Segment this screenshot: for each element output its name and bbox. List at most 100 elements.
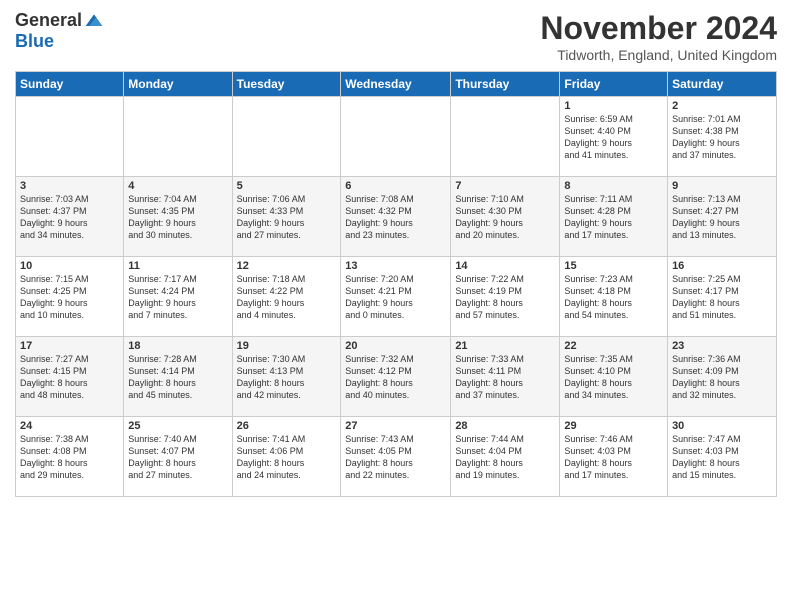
logo-general: General [15, 10, 82, 31]
logo-text: General [15, 10, 104, 31]
calendar-cell [124, 97, 232, 177]
logo: General Blue [15, 10, 104, 52]
calendar-cell: 26Sunrise: 7:41 AM Sunset: 4:06 PM Dayli… [232, 417, 341, 497]
calendar-cell: 28Sunrise: 7:44 AM Sunset: 4:04 PM Dayli… [451, 417, 560, 497]
day-info: Sunrise: 7:10 AM Sunset: 4:30 PM Dayligh… [455, 193, 555, 242]
header-monday: Monday [124, 72, 232, 97]
calendar-cell [16, 97, 124, 177]
calendar-cell: 21Sunrise: 7:33 AM Sunset: 4:11 PM Dayli… [451, 337, 560, 417]
day-number: 9 [672, 180, 772, 192]
location: Tidworth, England, United Kingdom [540, 47, 777, 63]
calendar-week-3: 10Sunrise: 7:15 AM Sunset: 4:25 PM Dayli… [16, 257, 777, 337]
calendar-cell: 30Sunrise: 7:47 AM Sunset: 4:03 PM Dayli… [668, 417, 777, 497]
day-info: Sunrise: 7:06 AM Sunset: 4:33 PM Dayligh… [237, 193, 337, 242]
logo-icon [84, 11, 104, 31]
day-info: Sunrise: 7:43 AM Sunset: 4:05 PM Dayligh… [345, 433, 446, 482]
day-info: Sunrise: 7:17 AM Sunset: 4:24 PM Dayligh… [128, 273, 227, 322]
day-number: 13 [345, 260, 446, 272]
calendar-cell: 23Sunrise: 7:36 AM Sunset: 4:09 PM Dayli… [668, 337, 777, 417]
day-number: 16 [672, 260, 772, 272]
calendar-cell: 1Sunrise: 6:59 AM Sunset: 4:40 PM Daylig… [560, 97, 668, 177]
day-number: 12 [237, 260, 337, 272]
day-number: 1 [564, 100, 663, 112]
calendar-cell: 5Sunrise: 7:06 AM Sunset: 4:33 PM Daylig… [232, 177, 341, 257]
day-info: Sunrise: 7:13 AM Sunset: 4:27 PM Dayligh… [672, 193, 772, 242]
day-info: Sunrise: 7:15 AM Sunset: 4:25 PM Dayligh… [20, 273, 119, 322]
calendar-cell: 18Sunrise: 7:28 AM Sunset: 4:14 PM Dayli… [124, 337, 232, 417]
day-number: 8 [564, 180, 663, 192]
month-title: November 2024 [540, 10, 777, 47]
calendar-cell: 13Sunrise: 7:20 AM Sunset: 4:21 PM Dayli… [341, 257, 451, 337]
day-info: Sunrise: 7:08 AM Sunset: 4:32 PM Dayligh… [345, 193, 446, 242]
day-info: Sunrise: 7:11 AM Sunset: 4:28 PM Dayligh… [564, 193, 663, 242]
day-number: 27 [345, 420, 446, 432]
day-info: Sunrise: 7:20 AM Sunset: 4:21 PM Dayligh… [345, 273, 446, 322]
calendar-cell: 25Sunrise: 7:40 AM Sunset: 4:07 PM Dayli… [124, 417, 232, 497]
calendar-cell: 9Sunrise: 7:13 AM Sunset: 4:27 PM Daylig… [668, 177, 777, 257]
day-number: 21 [455, 340, 555, 352]
calendar-week-2: 3Sunrise: 7:03 AM Sunset: 4:37 PM Daylig… [16, 177, 777, 257]
day-number: 15 [564, 260, 663, 272]
day-number: 5 [237, 180, 337, 192]
calendar-cell: 20Sunrise: 7:32 AM Sunset: 4:12 PM Dayli… [341, 337, 451, 417]
day-number: 22 [564, 340, 663, 352]
calendar-cell: 8Sunrise: 7:11 AM Sunset: 4:28 PM Daylig… [560, 177, 668, 257]
calendar-week-1: 1Sunrise: 6:59 AM Sunset: 4:40 PM Daylig… [16, 97, 777, 177]
calendar-cell: 29Sunrise: 7:46 AM Sunset: 4:03 PM Dayli… [560, 417, 668, 497]
day-info: Sunrise: 7:01 AM Sunset: 4:38 PM Dayligh… [672, 113, 772, 162]
day-info: Sunrise: 7:33 AM Sunset: 4:11 PM Dayligh… [455, 353, 555, 402]
header-wednesday: Wednesday [341, 72, 451, 97]
day-number: 17 [20, 340, 119, 352]
day-info: Sunrise: 7:23 AM Sunset: 4:18 PM Dayligh… [564, 273, 663, 322]
day-info: Sunrise: 7:44 AM Sunset: 4:04 PM Dayligh… [455, 433, 555, 482]
day-number: 10 [20, 260, 119, 272]
calendar-week-5: 24Sunrise: 7:38 AM Sunset: 4:08 PM Dayli… [16, 417, 777, 497]
day-info: Sunrise: 7:04 AM Sunset: 4:35 PM Dayligh… [128, 193, 227, 242]
day-number: 3 [20, 180, 119, 192]
calendar-cell: 6Sunrise: 7:08 AM Sunset: 4:32 PM Daylig… [341, 177, 451, 257]
day-number: 26 [237, 420, 337, 432]
logo-blue: Blue [15, 31, 54, 52]
day-info: Sunrise: 7:36 AM Sunset: 4:09 PM Dayligh… [672, 353, 772, 402]
header-thursday: Thursday [451, 72, 560, 97]
calendar: Sunday Monday Tuesday Wednesday Thursday… [15, 71, 777, 497]
calendar-cell: 12Sunrise: 7:18 AM Sunset: 4:22 PM Dayli… [232, 257, 341, 337]
day-info: Sunrise: 7:28 AM Sunset: 4:14 PM Dayligh… [128, 353, 227, 402]
calendar-cell: 22Sunrise: 7:35 AM Sunset: 4:10 PM Dayli… [560, 337, 668, 417]
day-info: Sunrise: 7:35 AM Sunset: 4:10 PM Dayligh… [564, 353, 663, 402]
calendar-cell: 14Sunrise: 7:22 AM Sunset: 4:19 PM Dayli… [451, 257, 560, 337]
calendar-cell: 4Sunrise: 7:04 AM Sunset: 4:35 PM Daylig… [124, 177, 232, 257]
header-friday: Friday [560, 72, 668, 97]
day-number: 6 [345, 180, 446, 192]
calendar-week-4: 17Sunrise: 7:27 AM Sunset: 4:15 PM Dayli… [16, 337, 777, 417]
calendar-cell: 11Sunrise: 7:17 AM Sunset: 4:24 PM Dayli… [124, 257, 232, 337]
day-info: Sunrise: 7:46 AM Sunset: 4:03 PM Dayligh… [564, 433, 663, 482]
header: General Blue November 2024 Tidworth, Eng… [15, 10, 777, 63]
calendar-cell: 24Sunrise: 7:38 AM Sunset: 4:08 PM Dayli… [16, 417, 124, 497]
calendar-cell: 7Sunrise: 7:10 AM Sunset: 4:30 PM Daylig… [451, 177, 560, 257]
day-number: 2 [672, 100, 772, 112]
day-number: 29 [564, 420, 663, 432]
day-number: 25 [128, 420, 227, 432]
day-number: 23 [672, 340, 772, 352]
day-info: Sunrise: 7:41 AM Sunset: 4:06 PM Dayligh… [237, 433, 337, 482]
header-saturday: Saturday [668, 72, 777, 97]
calendar-cell: 17Sunrise: 7:27 AM Sunset: 4:15 PM Dayli… [16, 337, 124, 417]
day-number: 14 [455, 260, 555, 272]
day-number: 7 [455, 180, 555, 192]
header-sunday: Sunday [16, 72, 124, 97]
day-info: Sunrise: 7:32 AM Sunset: 4:12 PM Dayligh… [345, 353, 446, 402]
calendar-cell: 27Sunrise: 7:43 AM Sunset: 4:05 PM Dayli… [341, 417, 451, 497]
calendar-cell [232, 97, 341, 177]
day-info: Sunrise: 7:38 AM Sunset: 4:08 PM Dayligh… [20, 433, 119, 482]
day-info: Sunrise: 7:22 AM Sunset: 4:19 PM Dayligh… [455, 273, 555, 322]
calendar-cell: 16Sunrise: 7:25 AM Sunset: 4:17 PM Dayli… [668, 257, 777, 337]
day-number: 24 [20, 420, 119, 432]
calendar-header-row: Sunday Monday Tuesday Wednesday Thursday… [16, 72, 777, 97]
day-info: Sunrise: 7:47 AM Sunset: 4:03 PM Dayligh… [672, 433, 772, 482]
day-number: 28 [455, 420, 555, 432]
day-number: 4 [128, 180, 227, 192]
calendar-cell: 3Sunrise: 7:03 AM Sunset: 4:37 PM Daylig… [16, 177, 124, 257]
day-number: 19 [237, 340, 337, 352]
day-info: Sunrise: 7:40 AM Sunset: 4:07 PM Dayligh… [128, 433, 227, 482]
